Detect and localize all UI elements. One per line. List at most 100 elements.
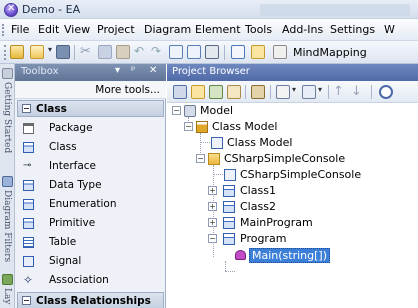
getting-started-icon [2, 68, 13, 79]
properties-icon[interactable] [379, 85, 393, 99]
collapse-toggle-icon[interactable]: − [196, 154, 205, 163]
group-class-relationships-header[interactable]: Class Relationships [17, 292, 164, 308]
group-class-label: Class [36, 103, 67, 115]
menu-tools[interactable]: Tools [245, 23, 272, 36]
tool-data-type[interactable]: Data Type [17, 177, 164, 195]
generate-doc-icon[interactable] [276, 85, 290, 99]
package-icon [23, 123, 34, 134]
menu-file[interactable]: File [11, 23, 29, 36]
menu-window[interactable]: W [384, 23, 395, 36]
folder-icon [208, 153, 220, 165]
tab-diagram-filters-label: Diagram Filters [2, 190, 12, 263]
tool-signal[interactable]: Signal [17, 253, 164, 271]
primitive-icon [23, 218, 34, 229]
tab-diagram-filters[interactable]: Diagram Filters [0, 172, 15, 262]
tree-node-label: Main(string[]) [249, 248, 331, 263]
collapse-icon[interactable] [22, 296, 31, 305]
more-tools-button[interactable]: More tools... [15, 81, 166, 99]
collapse-toggle-icon[interactable]: − [184, 122, 193, 131]
collapse-icon[interactable] [22, 104, 31, 113]
redo-icon[interactable]: ↷ [151, 45, 165, 59]
menu-diagram[interactable]: Diagram [144, 23, 191, 36]
group-class-header[interactable]: Class [17, 100, 164, 117]
move-up-icon[interactable]: ↑ [333, 85, 347, 99]
wand-icon[interactable] [251, 45, 265, 59]
tool-association[interactable]: ✧ Association [17, 272, 164, 290]
new-package-icon[interactable] [191, 85, 205, 99]
menu-settings[interactable]: Settings [330, 23, 375, 36]
tool-package[interactable]: Package [17, 120, 164, 138]
toolbox-title: Toolbox [21, 66, 59, 77]
pin-icon[interactable]: ᵖ [131, 65, 135, 76]
import-icon[interactable] [251, 85, 265, 99]
chevron-down-icon[interactable]: ▾ [292, 85, 298, 99]
save-icon[interactable] [56, 45, 70, 59]
title-bar: Demo - EA [0, 0, 418, 19]
tree-node-model[interactable]: − Model [167, 103, 418, 119]
tree-node-mainprogram[interactable]: + MainProgram [167, 215, 418, 231]
more-tools-label: More tools... [95, 84, 160, 96]
toolbar-separator [270, 85, 271, 99]
diagram-icon [211, 137, 223, 149]
tab-layout[interactable]: Lay [0, 270, 15, 308]
app-logo-icon[interactable] [4, 3, 18, 17]
collapse-toggle-icon[interactable]: − [172, 106, 181, 115]
window-title: Demo - EA [22, 3, 81, 16]
tree-node-csharp-diagram[interactable]: CSharpSimpleConsole [167, 167, 418, 183]
grid-icon[interactable] [231, 45, 245, 59]
menu-grip-icon[interactable] [2, 24, 4, 36]
menu-element[interactable]: Element [195, 23, 241, 36]
dropdown-icon[interactable]: ▾ [48, 45, 54, 59]
tool-class[interactable]: Class [17, 139, 164, 157]
new-model-icon[interactable] [173, 85, 187, 99]
tool-primitive[interactable]: Primitive [17, 215, 164, 233]
tool-table[interactable]: Table [17, 234, 164, 252]
project-browser-title: Project Browser [172, 66, 250, 77]
mindmapping-icon[interactable] [273, 45, 287, 59]
tree-node-class1[interactable]: + Class1 [167, 183, 418, 199]
chevron-down-icon[interactable]: ▾ [318, 85, 324, 99]
tree-node-class-model-package[interactable]: − Class Model [167, 119, 418, 135]
tool-enumeration[interactable]: Enumeration [17, 196, 164, 214]
paste-icon[interactable] [116, 45, 130, 59]
class-icon [23, 142, 34, 153]
chevron-down-icon[interactable]: ▾ [115, 65, 120, 76]
move-down-icon[interactable]: ↓ [351, 85, 365, 99]
tree-node-program[interactable]: − Program [167, 231, 418, 247]
tab-getting-started[interactable]: Getting Started [0, 64, 15, 153]
find-icon[interactable] [169, 45, 183, 59]
tree-node-csharp-folder[interactable]: − CSharpSimpleConsole [167, 151, 418, 167]
tree-node-label: Model [200, 104, 234, 117]
expand-toggle-icon[interactable]: + [208, 202, 217, 211]
tree-node-class-model-diagram[interactable]: Class Model [167, 135, 418, 151]
new-diagram-icon[interactable] [209, 85, 223, 99]
expand-toggle-icon[interactable]: + [208, 186, 217, 195]
tool-association-label: Association [49, 274, 109, 286]
menu-view[interactable]: View [64, 23, 90, 36]
tree-node-class2[interactable]: + Class2 [167, 199, 418, 215]
menu-edit[interactable]: Edit [38, 23, 59, 36]
tree-node-main-operation[interactable]: Main(string[]) [167, 247, 418, 263]
project-browser-toolbar: ▾ ▾ ↑ ↓ [167, 81, 418, 103]
undo-icon[interactable]: ↶ [134, 45, 148, 59]
project-browser-header: Project Browser [167, 64, 418, 81]
open-folder-icon[interactable] [30, 45, 44, 59]
menu-addins[interactable]: Add-Ins [282, 23, 323, 36]
tool-data-type-label: Data Type [49, 179, 102, 191]
expand-toggle-icon[interactable]: + [208, 218, 217, 227]
document-icon[interactable] [187, 45, 201, 59]
toolbar-grip-icon[interactable] [4, 45, 6, 60]
menu-project[interactable]: Project [97, 23, 135, 36]
close-icon[interactable]: ✕ [149, 65, 157, 76]
tool-interface[interactable]: ⊸ Interface [17, 158, 164, 176]
report-icon[interactable] [302, 85, 316, 99]
new-element-icon[interactable] [227, 85, 241, 99]
cut-icon[interactable]: ✂ [80, 45, 94, 59]
datatype-icon [23, 180, 34, 191]
print-icon[interactable] [205, 45, 219, 59]
sun-icon[interactable] [10, 45, 24, 59]
toolbar-separator [245, 85, 246, 99]
copy-icon[interactable] [98, 45, 112, 59]
collapse-toggle-icon[interactable]: − [208, 234, 217, 243]
mindmapping-label[interactable]: MindMapping [293, 46, 367, 59]
